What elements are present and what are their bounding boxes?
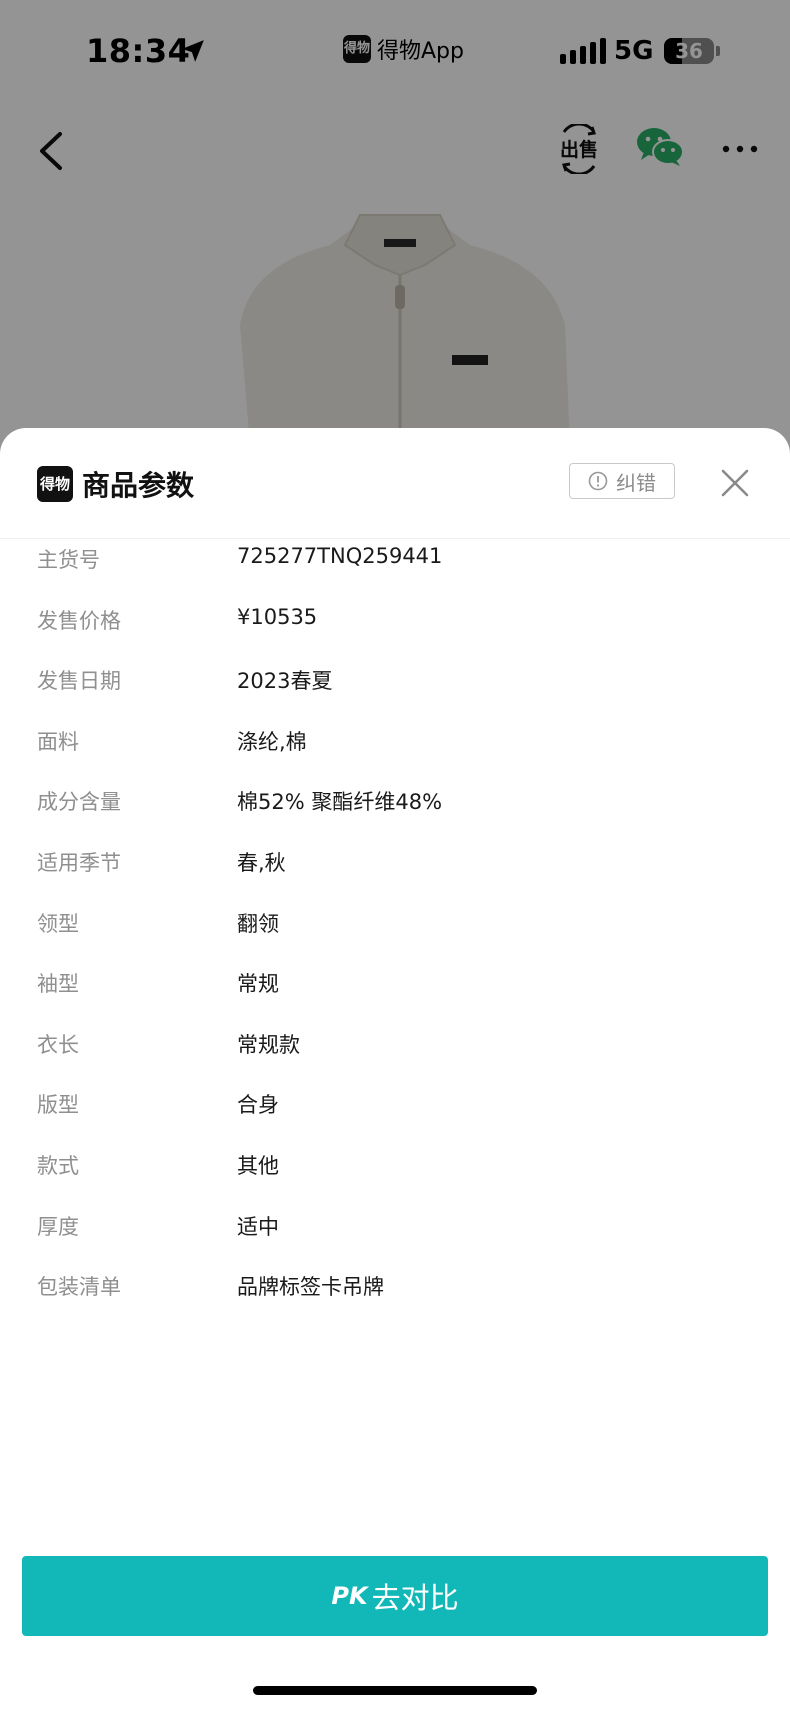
param-row: 袖型 常规 bbox=[0, 962, 790, 1023]
param-row: 领型 翻领 bbox=[0, 902, 790, 963]
param-label: 袖型 bbox=[37, 972, 79, 997]
param-label: 款式 bbox=[37, 1153, 79, 1178]
report-error-button[interactable]: 纠错 bbox=[569, 463, 675, 499]
param-label: 主货号 bbox=[37, 548, 100, 572]
param-label: 面料 bbox=[37, 729, 79, 754]
param-value: 翻领 bbox=[237, 911, 279, 936]
param-row: 成分含量 棉52% 聚酯纤维48% bbox=[0, 780, 790, 841]
pk-prefix: PK bbox=[331, 1582, 368, 1610]
param-label: 适用季节 bbox=[37, 850, 121, 875]
param-row: 发售价格 ¥10535 bbox=[0, 599, 790, 660]
dewu-logo-icon: 得物 bbox=[37, 466, 73, 502]
param-label: 厚度 bbox=[37, 1214, 79, 1239]
product-params-sheet: 得物 商品参数 纠错 主货号 725277TNQ259441 发售价格 ¥10535… bbox=[0, 428, 790, 1712]
param-row: 版型 合身 bbox=[0, 1083, 790, 1144]
param-row: 主货号 725277TNQ259441 bbox=[0, 538, 790, 599]
sheet-header: 得物 商品参数 纠错 bbox=[0, 428, 790, 539]
param-value: 品牌标签卡吊牌 bbox=[237, 1275, 384, 1300]
param-row: 厚度 适中 bbox=[0, 1205, 790, 1266]
param-row: 衣长 常规款 bbox=[0, 1023, 790, 1084]
param-row: 款式 其他 bbox=[0, 1144, 790, 1205]
param-value: ¥10535 bbox=[237, 604, 318, 629]
param-value: 2023春夏 bbox=[237, 669, 333, 694]
sheet-title: 商品参数 bbox=[82, 469, 195, 502]
params-list: 主货号 725277TNQ259441 发售价格 ¥10535 发售日期 2023春夏… bbox=[0, 538, 790, 1326]
param-row: 适用季节 春,秋 bbox=[0, 841, 790, 902]
home-indicator[interactable] bbox=[253, 1686, 537, 1695]
close-icon[interactable] bbox=[720, 468, 750, 498]
param-row: 发售日期 2023春夏 bbox=[0, 659, 790, 720]
param-row: 面料 涤纶,棉 bbox=[0, 720, 790, 781]
param-label: 成分含量 bbox=[37, 790, 121, 815]
param-label: 包装清单 bbox=[37, 1275, 121, 1300]
param-label: 领型 bbox=[37, 911, 79, 936]
param-label: 发售价格 bbox=[37, 608, 121, 633]
param-row: 包装清单 品牌标签卡吊牌 bbox=[0, 1265, 790, 1326]
param-value: 棉52% 聚酯纤维48% bbox=[237, 790, 443, 815]
param-value: 春,秋 bbox=[237, 850, 286, 875]
param-value: 适中 bbox=[237, 1214, 279, 1239]
report-error-label: 纠错 bbox=[616, 470, 656, 495]
param-label: 版型 bbox=[37, 1093, 79, 1118]
pk-compare-label: 去对比 bbox=[371, 1581, 459, 1615]
param-value: 常规 bbox=[237, 972, 279, 997]
param-label: 发售日期 bbox=[37, 669, 121, 694]
param-value: 常规款 bbox=[237, 1032, 300, 1057]
param-value: 涤纶,棉 bbox=[237, 729, 307, 754]
param-label: 衣长 bbox=[37, 1032, 79, 1057]
alert-circle-icon bbox=[588, 471, 608, 491]
pk-compare-button[interactable]: PK 去对比 bbox=[22, 1556, 768, 1636]
param-value: 725277TNQ259441 bbox=[237, 544, 443, 568]
param-value: 其他 bbox=[237, 1153, 279, 1178]
param-value: 合身 bbox=[237, 1093, 279, 1118]
